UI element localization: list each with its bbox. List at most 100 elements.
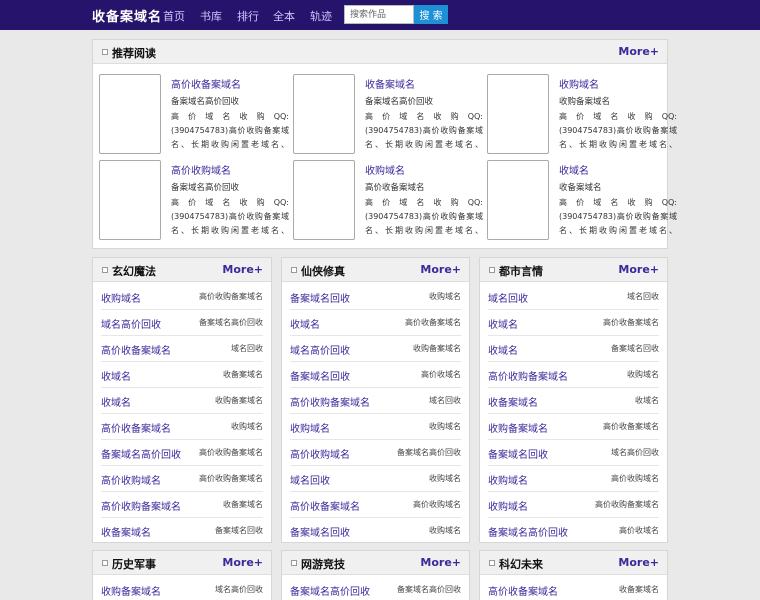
list-item[interactable]: 备案域名回收 收购域名 — [290, 284, 461, 310]
book-title[interactable]: 备案域名高价回收 — [488, 524, 568, 539]
list-item[interactable]: 收购域名 高价收购备案域名 — [488, 492, 659, 518]
book-title[interactable]: 收购备案域名 — [101, 583, 161, 598]
featured-book[interactable]: 收域名 收备案域名 高价域名收购QQ:(3904754783)高价收购备案域名、… — [487, 160, 677, 242]
list-item[interactable]: 高价收备案域名 域名回收 — [101, 336, 263, 362]
list-item[interactable]: 域名高价回收 收购备案域名 — [290, 336, 461, 362]
book-title[interactable]: 域名回收 — [488, 290, 528, 305]
book-cover[interactable] — [487, 160, 549, 240]
list-item[interactable]: 高价收备案域名 收备案域名 — [488, 577, 659, 600]
book-title[interactable]: 备案域名回收 — [290, 368, 350, 383]
book-title[interactable]: 域名回收 — [290, 472, 330, 487]
book-title[interactable]: 收域名 — [488, 316, 518, 331]
book-cover[interactable] — [487, 74, 549, 154]
book-title[interactable]: 备案域名高价回收 — [290, 583, 370, 598]
featured-book[interactable]: 收备案域名 备案域名高价回收 高价域名收购QQ:(3904754783)高价收购… — [293, 74, 483, 156]
list-item[interactable]: 收购域名 高价收购备案域名 — [101, 284, 263, 310]
list-item[interactable]: 高价收购备案域名 收备案域名 — [101, 492, 263, 518]
list-item[interactable]: 收域名 高价收备案域名 — [290, 310, 461, 336]
list-item[interactable]: 备案域名回收 收购域名 — [290, 518, 461, 544]
featured-book[interactable]: 高价收购域名 备案域名高价回收 高价域名收购QQ:(3904754783)高价收… — [99, 160, 289, 242]
book-title[interactable]: 高价收购域名 — [171, 162, 231, 177]
book-title[interactable]: 收购域名 — [488, 472, 528, 487]
book-cover[interactable] — [99, 74, 161, 154]
book-title[interactable]: 收域名 — [488, 342, 518, 357]
list-item[interactable]: 收域名 收备案域名 — [101, 362, 263, 388]
more-link[interactable]: More+ — [222, 556, 263, 569]
list-item[interactable]: 收域名 高价收备案域名 — [488, 310, 659, 336]
book-title[interactable]: 备案域名高价回收 — [101, 446, 181, 461]
book-title[interactable]: 高价收备案域名 — [101, 342, 171, 357]
book-title[interactable]: 高价收购备案域名 — [488, 368, 568, 383]
book-title[interactable]: 收备案域名 — [365, 76, 415, 91]
site-logo[interactable]: 收备案域名 — [92, 6, 162, 25]
more-link[interactable]: More+ — [618, 556, 659, 569]
more-link[interactable]: More+ — [420, 263, 461, 276]
list-item[interactable]: 域名高价回收 备案域名高价回收 — [101, 310, 263, 336]
book-title[interactable]: 收购域名 — [559, 76, 599, 91]
book-title[interactable]: 收购备案域名 — [488, 420, 548, 435]
book-title[interactable]: 收购域名 — [488, 498, 528, 513]
book-title[interactable]: 收域名 — [101, 394, 131, 409]
list-item[interactable]: 备案域名回收 域名高价回收 — [488, 440, 659, 466]
book-title[interactable]: 域名高价回收 — [290, 342, 350, 357]
nav-home[interactable]: 首页 — [163, 8, 185, 24]
book-title[interactable]: 收备案域名 — [488, 394, 538, 409]
book-title[interactable]: 收购域名 — [101, 290, 141, 305]
book-title[interactable]: 高价收购域名 — [101, 472, 161, 487]
nav-history[interactable]: 轨迹 — [310, 8, 332, 24]
list-item[interactable]: 收购备案域名 域名高价回收 — [101, 577, 263, 600]
list-item[interactable]: 域名回收 域名回收 — [488, 284, 659, 310]
list-item[interactable]: 高价收购域名 高价收购备案域名 — [101, 466, 263, 492]
book-title[interactable]: 收备案域名 — [101, 524, 151, 539]
search-input[interactable] — [344, 5, 414, 24]
list-item[interactable]: 备案域名高价回收 备案域名高价回收 — [290, 577, 461, 600]
book-title[interactable]: 域名高价回收 — [101, 316, 161, 331]
nav-ranking[interactable]: 排行 — [237, 8, 259, 24]
more-link[interactable]: More+ — [618, 263, 659, 276]
book-title[interactable]: 高价收购备案域名 — [290, 394, 370, 409]
list-item[interactable]: 收域名 收购备案域名 — [101, 388, 263, 414]
featured-book[interactable]: 收购域名 高价收备案域名 高价域名收购QQ:(3904754783)高价收购备案… — [293, 160, 483, 242]
more-link[interactable]: More+ — [420, 556, 461, 569]
book-cover[interactable] — [293, 160, 355, 240]
book-title[interactable]: 收购域名 — [290, 420, 330, 435]
list-item[interactable]: 高价收备案域名 收购域名 — [101, 414, 263, 440]
book-title[interactable]: 备案域名回收 — [488, 446, 548, 461]
book-title[interactable]: 高价收购域名 — [290, 446, 350, 461]
book-title[interactable]: 收域名 — [559, 162, 589, 177]
list-item[interactable]: 收购备案域名 高价收备案域名 — [488, 414, 659, 440]
search-button[interactable]: 搜 索 — [414, 5, 448, 24]
book-title[interactable]: 收购域名 — [365, 162, 405, 177]
list-item[interactable]: 高价收购备案域名 收购域名 — [488, 362, 659, 388]
more-link[interactable]: More+ — [618, 45, 659, 58]
list-item[interactable]: 高价收购域名 备案域名高价回收 — [290, 440, 461, 466]
list-item[interactable]: 备案域名高价回收 高价收域名 — [488, 518, 659, 544]
list-item[interactable]: 域名回收 收购域名 — [290, 466, 461, 492]
book-title[interactable]: 收域名 — [290, 316, 320, 331]
list-item[interactable]: 收域名 备案域名回收 — [488, 336, 659, 362]
list-item[interactable]: 备案域名回收 高价收域名 — [290, 362, 461, 388]
nav-complete[interactable]: 全本 — [273, 8, 295, 24]
book-title[interactable]: 备案域名回收 — [290, 524, 350, 539]
list-item[interactable]: 收备案域名 收域名 — [488, 388, 659, 414]
list-item[interactable]: 高价收备案域名 高价收购域名 — [290, 492, 461, 518]
featured-book[interactable]: 高价收备案域名 备案域名高价回收 高价域名收购QQ:(3904754783)高价… — [99, 74, 289, 156]
book-title[interactable]: 高价收备案域名 — [488, 583, 558, 598]
category-history: 历史军事 More+ 收购备案域名 域名高价回收 — [92, 550, 272, 600]
book-title[interactable]: 高价收备案域名 — [171, 76, 241, 91]
list-item[interactable]: 收备案域名 备案域名回收 — [101, 518, 263, 544]
more-link[interactable]: More+ — [222, 263, 263, 276]
featured-book[interactable]: 收购域名 收购备案域名 高价域名收购QQ:(3904754783)高价收购备案域… — [487, 74, 677, 156]
book-title[interactable]: 高价收备案域名 — [290, 498, 360, 513]
book-title[interactable]: 备案域名回收 — [290, 290, 350, 305]
list-item[interactable]: 收购域名 高价收购域名 — [488, 466, 659, 492]
book-cover[interactable] — [293, 74, 355, 154]
list-item[interactable]: 收购域名 收购域名 — [290, 414, 461, 440]
list-item[interactable]: 高价收购备案域名 域名回收 — [290, 388, 461, 414]
list-item[interactable]: 备案域名高价回收 高价收购备案域名 — [101, 440, 263, 466]
book-cover[interactable] — [99, 160, 161, 240]
nav-library[interactable]: 书库 — [200, 8, 222, 24]
book-title[interactable]: 高价收备案域名 — [101, 420, 171, 435]
book-title[interactable]: 收域名 — [101, 368, 131, 383]
book-title[interactable]: 高价收购备案域名 — [101, 498, 181, 513]
